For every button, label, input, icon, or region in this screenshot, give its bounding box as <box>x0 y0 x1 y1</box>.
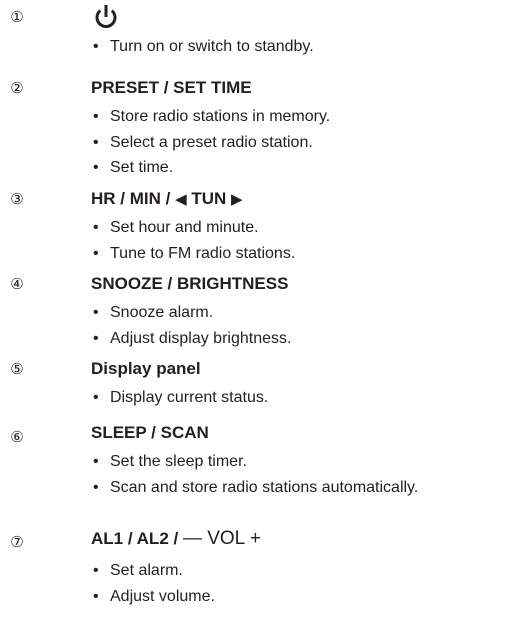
item-number: ⑥ <box>10 428 24 446</box>
bullet-item: Adjust volume. <box>92 584 215 610</box>
bullet-item: Set the sleep timer. <box>92 449 418 475</box>
heading-text: HR / MIN / <box>91 189 176 208</box>
bullet-item: Tune to FM radio stations. <box>92 241 295 267</box>
item-number: ⑤ <box>10 360 24 378</box>
section-heading: SNOOZE / BRIGHTNESS <box>91 274 289 293</box>
section-heading: SLEEP / SCAN <box>91 423 209 442</box>
item-number: ③ <box>10 190 24 208</box>
item-number: ② <box>10 79 24 97</box>
item-number: ⑦ <box>10 533 24 551</box>
section-heading: Display panel <box>91 359 201 378</box>
bullet-list: Snooze alarm. Adjust display brightness. <box>92 300 291 351</box>
item-number: ① <box>10 8 24 26</box>
bullet-item: Display current status. <box>92 385 268 411</box>
triangle-left-icon: ◀ <box>175 190 187 208</box>
bullet-list: Turn on or switch to standby. <box>92 34 314 60</box>
bullet-item: Scan and store radio stations automatica… <box>92 475 418 501</box>
bullet-item: Adjust display brightness. <box>92 326 291 352</box>
power-icon <box>95 5 117 28</box>
heading-text: AL1 / AL2 / <box>91 529 183 548</box>
volume-label: — VOL + <box>182 528 261 549</box>
bullet-item: Store radio stations in memory. <box>92 104 330 130</box>
bullet-item: Turn on or switch to standby. <box>92 34 314 60</box>
heading-text: TUN <box>186 189 231 208</box>
item-number: ④ <box>10 275 24 293</box>
bullet-list: Display current status. <box>92 385 268 411</box>
bullet-list: Set the sleep timer. Scan and store radi… <box>92 449 418 500</box>
bullet-item: Set hour and minute. <box>92 215 295 241</box>
bullet-list: Set hour and minute. Tune to FM radio st… <box>92 215 295 266</box>
triangle-right-icon: ▶ <box>231 190 243 208</box>
bullet-list: Store radio stations in memory. Select a… <box>92 104 330 181</box>
section-heading: PRESET / SET TIME <box>91 78 252 97</box>
section-heading: AL1 / AL2 / — VOL + <box>91 526 261 552</box>
bullet-item: Set time. <box>92 155 330 181</box>
bullet-item: Select a preset radio station. <box>92 130 330 156</box>
bullet-item: Set alarm. <box>92 558 215 584</box>
bullet-list: Set alarm. Adjust volume. <box>92 558 215 609</box>
bullet-item: Snooze alarm. <box>92 300 291 326</box>
control-descriptions: ① Turn on or switch to standby. ② PRESET… <box>0 0 508 639</box>
section-heading: HR / MIN / ◀ TUN ▶ <box>91 186 243 212</box>
